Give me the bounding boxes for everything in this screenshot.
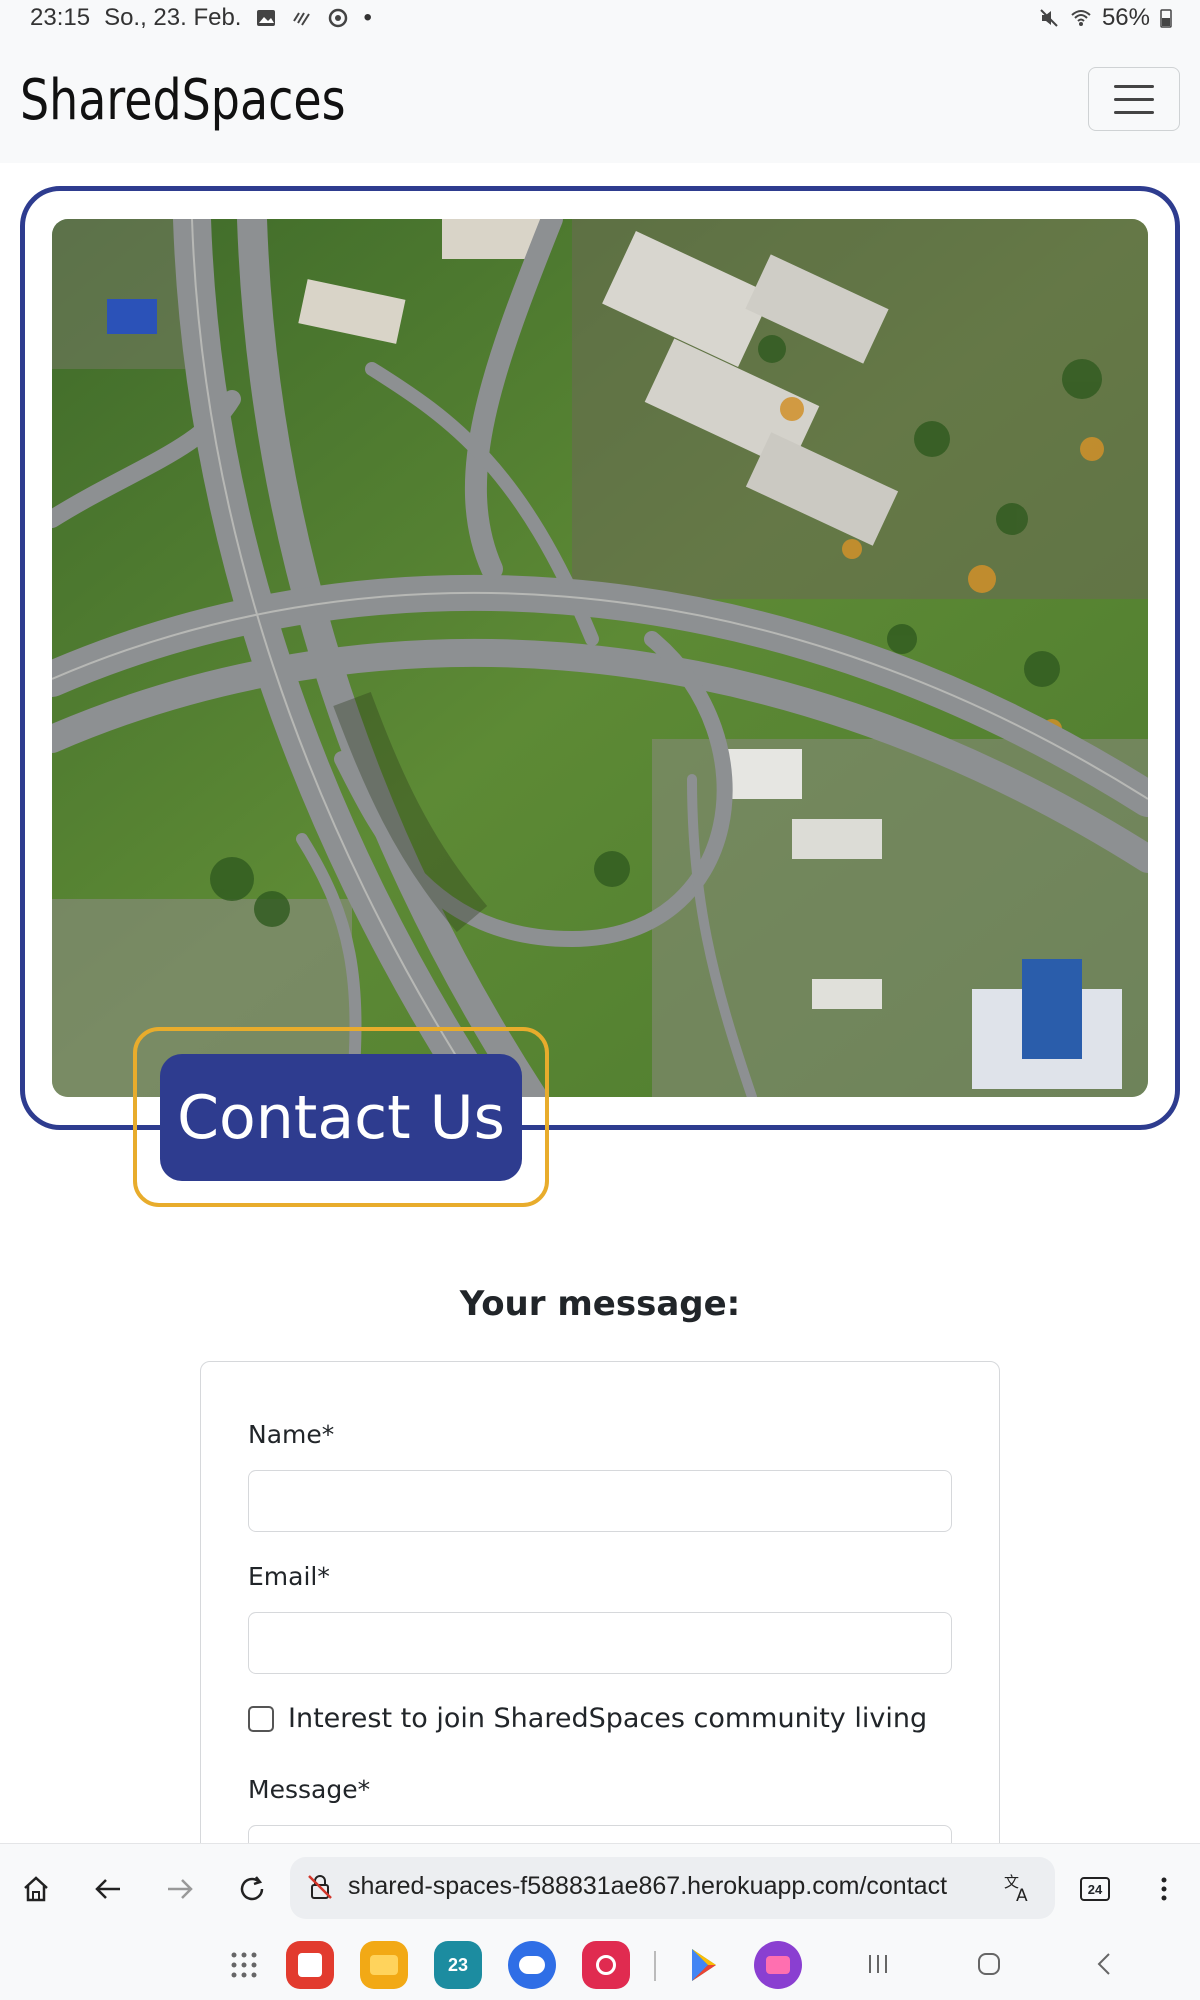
- email-input[interactable]: [248, 1612, 952, 1674]
- camera-app-icon[interactable]: [582, 1941, 630, 1989]
- brand-logo[interactable]: SharedSpaces: [20, 68, 346, 133]
- reload-icon[interactable]: [232, 1869, 272, 1909]
- url-text[interactable]: shared-spaces-f588831ae867.herokuapp.com…: [348, 1872, 947, 1901]
- home-icon[interactable]: [16, 1869, 56, 1909]
- status-time: 23:15: [30, 4, 91, 31]
- calendar-app-icon[interactable]: 23: [434, 1941, 482, 1989]
- files-app-icon[interactable]: [360, 1941, 408, 1989]
- message-label: Message*: [248, 1775, 371, 1804]
- app-drawer-icon[interactable]: [230, 1951, 258, 1979]
- name-input[interactable]: [248, 1470, 952, 1532]
- tabs-count: 24: [1080, 1877, 1110, 1901]
- recent-apps-icon[interactable]: [865, 1951, 891, 1977]
- more-notifications-dot-icon: •: [363, 4, 372, 31]
- notes-app-icon[interactable]: [286, 1941, 334, 1989]
- contact-us-button[interactable]: Contact Us: [160, 1054, 522, 1181]
- status-date: So., 23. Feb.: [104, 4, 242, 31]
- address-bar[interactable]: shared-spaces-f588831ae867.herokuapp.com…: [290, 1857, 1055, 1919]
- name-label: Name*: [248, 1420, 335, 1449]
- form-heading: Your message:: [459, 1284, 741, 1324]
- tabs-count-button[interactable]: 24: [1072, 1869, 1118, 1909]
- mute-icon: [1040, 9, 1058, 27]
- battery-percent: 56%: [1101, 4, 1150, 31]
- more-menu-icon[interactable]: [1144, 1869, 1184, 1909]
- play-store-icon[interactable]: [682, 1943, 726, 1987]
- hamburger-menu-icon-line: [1114, 110, 1154, 114]
- site-navbar: SharedSpaces: [0, 38, 1200, 163]
- battery-icon: [1160, 9, 1172, 28]
- galaxy-store-icon[interactable]: [754, 1941, 802, 1989]
- messages-app-icon[interactable]: [508, 1941, 556, 1989]
- sync-notification-icon: [329, 8, 348, 28]
- email-label: Email*: [248, 1562, 330, 1591]
- dock-divider: [654, 1951, 656, 1981]
- back-button-icon[interactable]: [1092, 1951, 1118, 1977]
- status-bar: 23:15 So., 23. Feb. • 56%: [0, 0, 1200, 38]
- translate-icon[interactable]: 文A: [1002, 1871, 1036, 1905]
- forward-arrow-icon[interactable]: [160, 1869, 200, 1909]
- hamburger-menu-icon-line: [1114, 97, 1154, 101]
- interest-checkbox-label[interactable]: Interest to join SharedSpaces community …: [288, 1703, 927, 1734]
- svg-text:A: A: [1016, 1886, 1028, 1905]
- calendar-day: 23: [447, 1954, 469, 1975]
- hero-image: [52, 219, 1148, 1097]
- home-button-icon[interactable]: [976, 1951, 1002, 1977]
- gallery-notification-icon: [257, 10, 276, 26]
- not-secure-lock-icon[interactable]: [304, 1871, 336, 1903]
- browser-toolbar: shared-spaces-f588831ae867.herokuapp.com…: [0, 1843, 1200, 1933]
- navbar-toggle-button[interactable]: [1088, 67, 1180, 131]
- android-dock: 23: [0, 1933, 1200, 2000]
- hamburger-menu-icon: [1114, 84, 1154, 88]
- dnd-notification-icon: [293, 12, 311, 26]
- wifi-icon: [1071, 10, 1091, 26]
- interest-checkbox[interactable]: [248, 1706, 274, 1732]
- back-arrow-icon[interactable]: [88, 1869, 128, 1909]
